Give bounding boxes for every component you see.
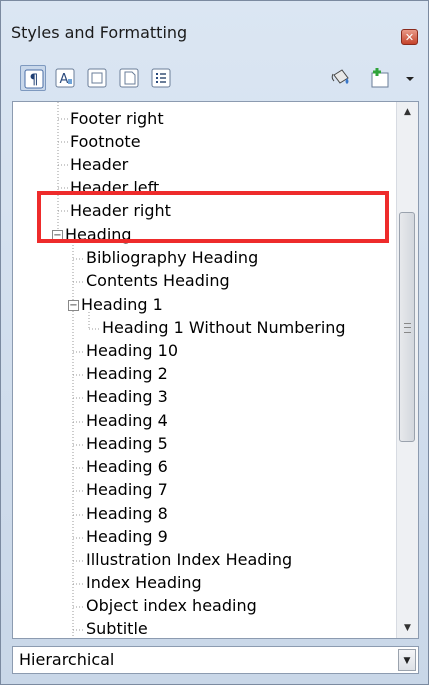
window-title: Styles and Formatting bbox=[11, 23, 188, 42]
tree-item-heading-1[interactable]: − Heading 1 bbox=[68, 294, 163, 316]
tree-item[interactable]: Object index heading bbox=[86, 595, 257, 617]
tree-item[interactable]: Heading 8 bbox=[86, 503, 168, 525]
tree-item[interactable]: Footer right bbox=[70, 108, 164, 130]
paint-bucket-icon bbox=[331, 69, 349, 84]
svg-text:A: A bbox=[60, 72, 69, 87]
styles-tree[interactable]: Footer right Footnote Header Header left… bbox=[12, 101, 419, 639]
tree-item[interactable]: Heading 3 bbox=[86, 386, 168, 408]
character-styles-icon: A bbox=[55, 68, 75, 88]
tree-item[interactable]: Heading 6 bbox=[86, 456, 168, 478]
new-style-button[interactable] bbox=[367, 65, 393, 91]
highlight-box bbox=[37, 191, 389, 243]
styles-and-formatting-window: Styles and Formatting ✕ ¶ A Footer right… bbox=[0, 0, 429, 685]
chevron-down-icon bbox=[406, 77, 414, 81]
svg-text:¶: ¶ bbox=[30, 72, 39, 88]
tree-item[interactable]: Heading 1 Without Numbering bbox=[102, 317, 346, 339]
tree-item[interactable]: Heading 10 bbox=[86, 340, 178, 362]
list-styles-icon bbox=[151, 68, 171, 88]
frame-styles-icon bbox=[87, 68, 107, 88]
collapse-icon[interactable]: − bbox=[68, 300, 79, 311]
tree-item[interactable]: Index Heading bbox=[86, 572, 202, 594]
page-styles-icon bbox=[119, 68, 139, 88]
tree-item[interactable]: Contents Heading bbox=[86, 270, 230, 292]
frame-styles-button[interactable] bbox=[84, 65, 110, 91]
vertical-scrollbar[interactable]: ▲ ▼ bbox=[396, 102, 418, 638]
tree-item[interactable]: Heading 7 bbox=[86, 479, 168, 501]
list-styles-button[interactable] bbox=[148, 65, 174, 91]
paragraph-styles-button[interactable]: ¶ bbox=[20, 65, 46, 91]
scroll-down-arrow-icon[interactable]: ▼ bbox=[397, 618, 418, 638]
character-styles-button[interactable]: A bbox=[52, 65, 78, 91]
style-filter-select[interactable]: Hierarchical ▼ bbox=[12, 646, 419, 674]
tree-item[interactable]: Header bbox=[70, 154, 128, 176]
toolbar: ¶ A bbox=[1, 47, 428, 99]
new-style-icon bbox=[371, 68, 389, 88]
new-style-dropdown-button[interactable] bbox=[397, 65, 414, 91]
tree-item[interactable]: Heading 5 bbox=[86, 433, 168, 455]
chevron-down-icon[interactable]: ▼ bbox=[398, 649, 416, 671]
scrollbar-thumb[interactable] bbox=[399, 212, 415, 442]
scroll-up-arrow-icon[interactable]: ▲ bbox=[397, 102, 418, 122]
tree-item[interactable]: Subtitle bbox=[86, 618, 148, 638]
fill-format-mode-button[interactable] bbox=[328, 65, 354, 91]
tree-item[interactable]: Heading 9 bbox=[86, 526, 168, 548]
tree-item[interactable]: Illustration Index Heading bbox=[86, 549, 292, 571]
tree-item[interactable]: Heading 2 bbox=[86, 363, 168, 385]
tree-item[interactable]: Footnote bbox=[70, 131, 141, 153]
tree-item[interactable]: Bibliography Heading bbox=[86, 247, 258, 269]
close-icon: ✕ bbox=[404, 31, 415, 44]
title-bar[interactable]: Styles and Formatting ✕ bbox=[1, 1, 428, 45]
style-filter-value: Hierarchical bbox=[19, 650, 115, 669]
page-styles-button[interactable] bbox=[116, 65, 142, 91]
tree-item[interactable]: Heading 4 bbox=[86, 410, 168, 432]
paragraph-styles-icon: ¶ bbox=[24, 69, 44, 89]
close-button[interactable]: ✕ bbox=[401, 29, 418, 45]
grip-icon bbox=[404, 323, 411, 333]
